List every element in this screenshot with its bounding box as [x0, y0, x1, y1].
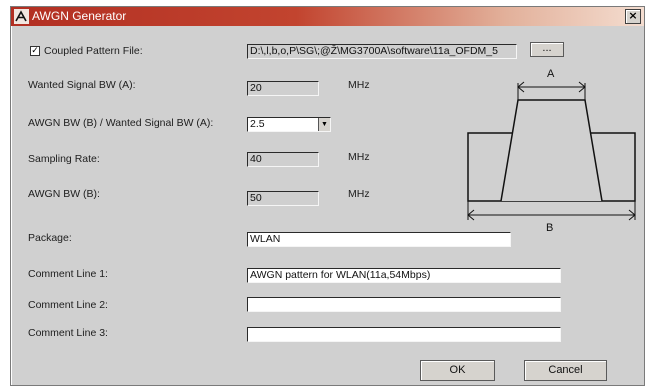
wanted-signal-bw-field[interactable]: 20: [247, 81, 319, 96]
bw-ratio-select[interactable]: 2.5 ▼: [247, 117, 331, 132]
title-bar[interactable]: AWGN Generator ×: [11, 7, 644, 26]
awgn-bw-label: AWGN BW (B):: [28, 188, 100, 200]
close-button[interactable]: ×: [625, 9, 641, 24]
awgn-bw-unit: MHz: [348, 188, 370, 200]
sampling-rate-label: Sampling Rate:: [28, 153, 100, 165]
awgn-generator-dialog: AWGN Generator × ✓ Coupled Pattern File:…: [10, 6, 645, 386]
comment-line-3-field[interactable]: [247, 327, 561, 342]
comment-line-3-label: Comment Line 3:: [28, 327, 108, 339]
comment-line-2-field[interactable]: [247, 297, 561, 312]
sampling-rate-unit: MHz: [348, 151, 370, 163]
bw-ratio-value: 2.5: [250, 118, 265, 130]
bw-ratio-label: AWGN BW (B) / Wanted Signal BW (A):: [28, 117, 214, 129]
coupled-pattern-checkbox[interactable]: ✓: [30, 46, 40, 56]
chevron-down-icon[interactable]: ▼: [318, 118, 330, 131]
wanted-signal-shape: [500, 99, 603, 202]
awgn-bw-field[interactable]: 50: [247, 191, 319, 206]
package-label: Package:: [28, 232, 72, 244]
wanted-signal-bw-label: Wanted Signal BW (A):: [28, 79, 136, 91]
comment-line-1-field[interactable]: AWGN pattern for WLAN(11a,54Mbps): [247, 268, 561, 283]
coupled-pattern-label: Coupled Pattern File:: [44, 45, 143, 57]
window-title: AWGN Generator: [32, 9, 127, 23]
bw-b-label: B: [546, 222, 553, 234]
comment-line-1-label: Comment Line 1:: [28, 268, 108, 280]
cancel-button[interactable]: Cancel: [524, 360, 607, 381]
sampling-rate-field[interactable]: 40: [247, 152, 319, 167]
bw-a-label: A: [547, 68, 555, 80]
coupled-pattern-file-field[interactable]: D:\,l,b,o,P\SG\;@Ž\MG3700A\software\11a_…: [247, 44, 517, 59]
wanted-signal-bw-unit: MHz: [348, 79, 370, 91]
app-icon: [14, 9, 29, 24]
bandwidth-diagram: A B: [467, 68, 636, 234]
comment-line-2-label: Comment Line 2:: [28, 299, 108, 311]
browse-button[interactable]: ...: [530, 42, 564, 57]
ok-button[interactable]: OK: [420, 360, 495, 381]
